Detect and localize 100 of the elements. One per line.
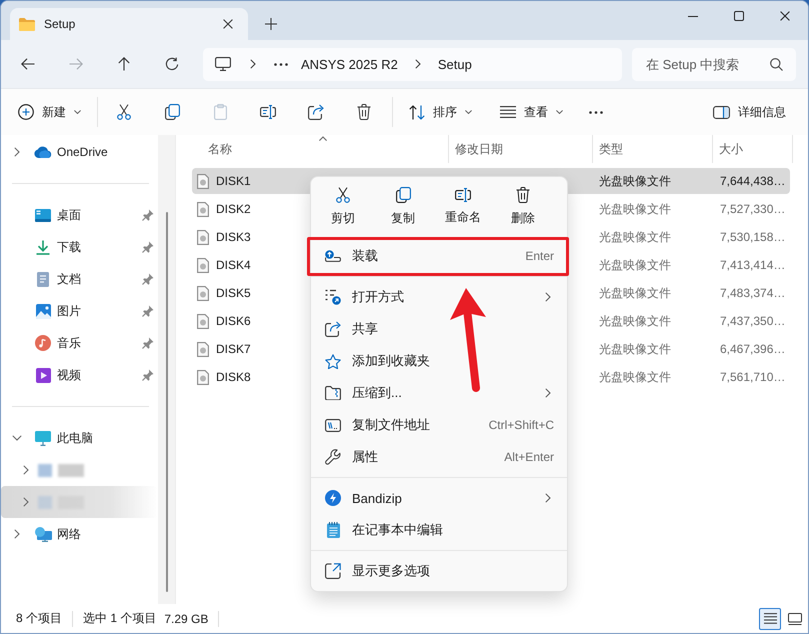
breadcrumb-item[interactable]: ANSYS 2025 R2 xyxy=(295,52,404,76)
menu-action-button[interactable]: 复制 xyxy=(375,181,431,233)
text-cursor-box-icon xyxy=(455,188,471,202)
file-size: 7,527,330… xyxy=(720,202,786,216)
menu-item[interactable]: 复制文件地址 Ctrl+Shift+C xyxy=(315,409,565,441)
menu-item[interactable]: 添加到收藏夹 xyxy=(315,345,565,377)
file-name[interactable]: DISK8 xyxy=(216,370,251,384)
refresh-icon xyxy=(165,57,179,71)
shortcut-text: Ctrl+Shift+C xyxy=(488,418,554,432)
file-type: 光盘映像文件 xyxy=(599,256,671,274)
plus-icon xyxy=(265,18,277,30)
drive-icon xyxy=(325,250,341,262)
file-type: 光盘映像文件 xyxy=(599,284,671,302)
item-count: 8 个项目 xyxy=(16,610,62,627)
sidebar-item[interactable]: OneDrive xyxy=(1,136,158,168)
file-type: 光盘映像文件 xyxy=(599,200,671,218)
view-button[interactable]: 查看 xyxy=(492,96,571,128)
file-type: 光盘映像文件 xyxy=(599,312,671,330)
open-external-icon xyxy=(325,563,341,579)
sidebar-item[interactable]: 下载 xyxy=(1,231,158,263)
file-type: 光盘映像文件 xyxy=(599,228,671,246)
details-view-icon xyxy=(764,613,776,624)
plus-circle-icon xyxy=(18,104,34,120)
column-header[interactable]: 大小 xyxy=(713,135,793,163)
zip-folder-icon xyxy=(325,386,341,400)
shortcut-text: Enter xyxy=(525,249,554,263)
details-pane-button[interactable]: 详细信息 xyxy=(705,96,794,128)
caret-down-icon xyxy=(74,110,81,114)
sort-arrows-icon xyxy=(409,104,425,120)
tiles-view-icon xyxy=(788,612,802,624)
sidebar-item[interactable]: 网络 xyxy=(1,518,158,550)
disc-file-icon xyxy=(197,258,209,272)
copy-icon xyxy=(396,187,410,203)
document-icon xyxy=(37,272,49,286)
file-name[interactable]: DISK3 xyxy=(216,230,251,244)
menu-item[interactable]: 压缩到... xyxy=(315,377,565,409)
search-icon xyxy=(770,58,783,70)
sidebar-item[interactable]: 音乐 xyxy=(1,327,158,359)
menu-item[interactable]: 装载 Enter xyxy=(315,240,565,272)
cloud-icon xyxy=(34,146,52,158)
address-bar[interactable]: ANSYS 2025 R2 Setup xyxy=(203,48,622,80)
details-view-button[interactable] xyxy=(759,608,781,630)
disc-file-icon xyxy=(197,370,209,384)
picture-icon xyxy=(36,304,50,318)
menu-action-button[interactable]: 重命名 xyxy=(435,181,491,233)
file-size: 6,467,396… xyxy=(720,342,786,356)
menu-item[interactable]: 显示更多选项 xyxy=(315,555,565,587)
disc-file-icon xyxy=(197,230,209,244)
file-size: 7,413,414… xyxy=(720,258,786,272)
more-icon xyxy=(274,62,288,66)
file-name[interactable]: DISK4 xyxy=(216,258,251,272)
share-icon xyxy=(325,321,341,337)
menu-item[interactable]: Bandizip xyxy=(315,482,565,514)
notepad-icon xyxy=(326,522,340,538)
slashes-box-icon xyxy=(325,418,341,432)
arrow-right-icon xyxy=(69,58,83,70)
file-name[interactable]: DISK2 xyxy=(216,202,251,216)
file-size: 7,437,350… xyxy=(720,314,786,328)
sidebar-item[interactable]: 桌面 xyxy=(1,199,158,231)
sidebar-item[interactable]: 视频 xyxy=(1,359,158,391)
close-icon xyxy=(780,11,790,21)
menu-action-button[interactable]: 剪切 xyxy=(315,181,371,233)
menu-action-button[interactable]: 删除 xyxy=(495,181,551,233)
scrollbar-thumb[interactable] xyxy=(166,212,168,592)
text-cursor-box-icon xyxy=(260,105,276,119)
new-button[interactable]: 新建 xyxy=(10,96,89,128)
sidebar-item[interactable]: 文档 xyxy=(1,263,158,295)
chevron-right-icon xyxy=(414,59,421,69)
wrench-icon xyxy=(325,449,341,465)
scissors-icon xyxy=(117,104,131,120)
desktop-icon xyxy=(35,208,51,222)
more-icon xyxy=(589,110,603,114)
side-panel-icon xyxy=(713,106,730,118)
download-icon xyxy=(36,240,50,254)
close-icon xyxy=(223,19,233,29)
column-header[interactable]: 名称 xyxy=(192,135,449,163)
sidebar-item[interactable]: 此电脑 xyxy=(1,422,158,454)
column-header[interactable]: 修改日期 xyxy=(449,135,593,163)
caret-down-icon xyxy=(465,110,472,114)
shortcut-text: Alt+Enter xyxy=(504,450,554,464)
menu-item[interactable]: 打开方式 xyxy=(315,281,565,313)
file-type: 光盘映像文件 xyxy=(599,368,671,386)
disc-file-icon xyxy=(197,342,209,356)
lines-icon xyxy=(500,106,516,118)
column-header[interactable]: 类型 xyxy=(593,135,713,163)
breadcrumb-item[interactable]: Setup xyxy=(432,52,478,76)
sidebar-item[interactable]: 图片 xyxy=(1,295,158,327)
search-field[interactable]: 在 Setup 中搜索 xyxy=(632,48,796,80)
chevron-right-icon xyxy=(250,59,256,69)
file-name[interactable]: DISK7 xyxy=(216,342,251,356)
disc-file-icon xyxy=(197,286,209,300)
sort-button[interactable]: 排序 xyxy=(401,96,480,128)
file-name[interactable]: DISK5 xyxy=(216,286,251,300)
menu-item[interactable]: 在记事本中编辑 xyxy=(315,514,565,546)
menu-item[interactable]: 属性 Alt+Enter xyxy=(315,441,565,473)
menu-item[interactable]: 共享 xyxy=(315,313,565,345)
file-name[interactable]: DISK6 xyxy=(216,314,251,328)
tab[interactable]: Setup xyxy=(10,8,248,40)
copy-icon xyxy=(164,104,180,120)
monitor-icon xyxy=(215,57,231,71)
